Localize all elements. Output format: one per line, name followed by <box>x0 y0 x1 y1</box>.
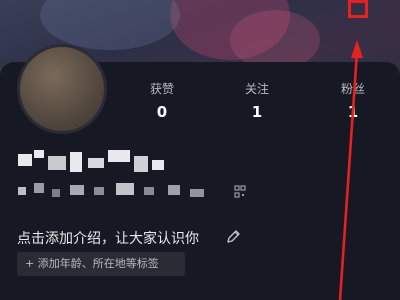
annotation-arrow <box>338 40 363 300</box>
